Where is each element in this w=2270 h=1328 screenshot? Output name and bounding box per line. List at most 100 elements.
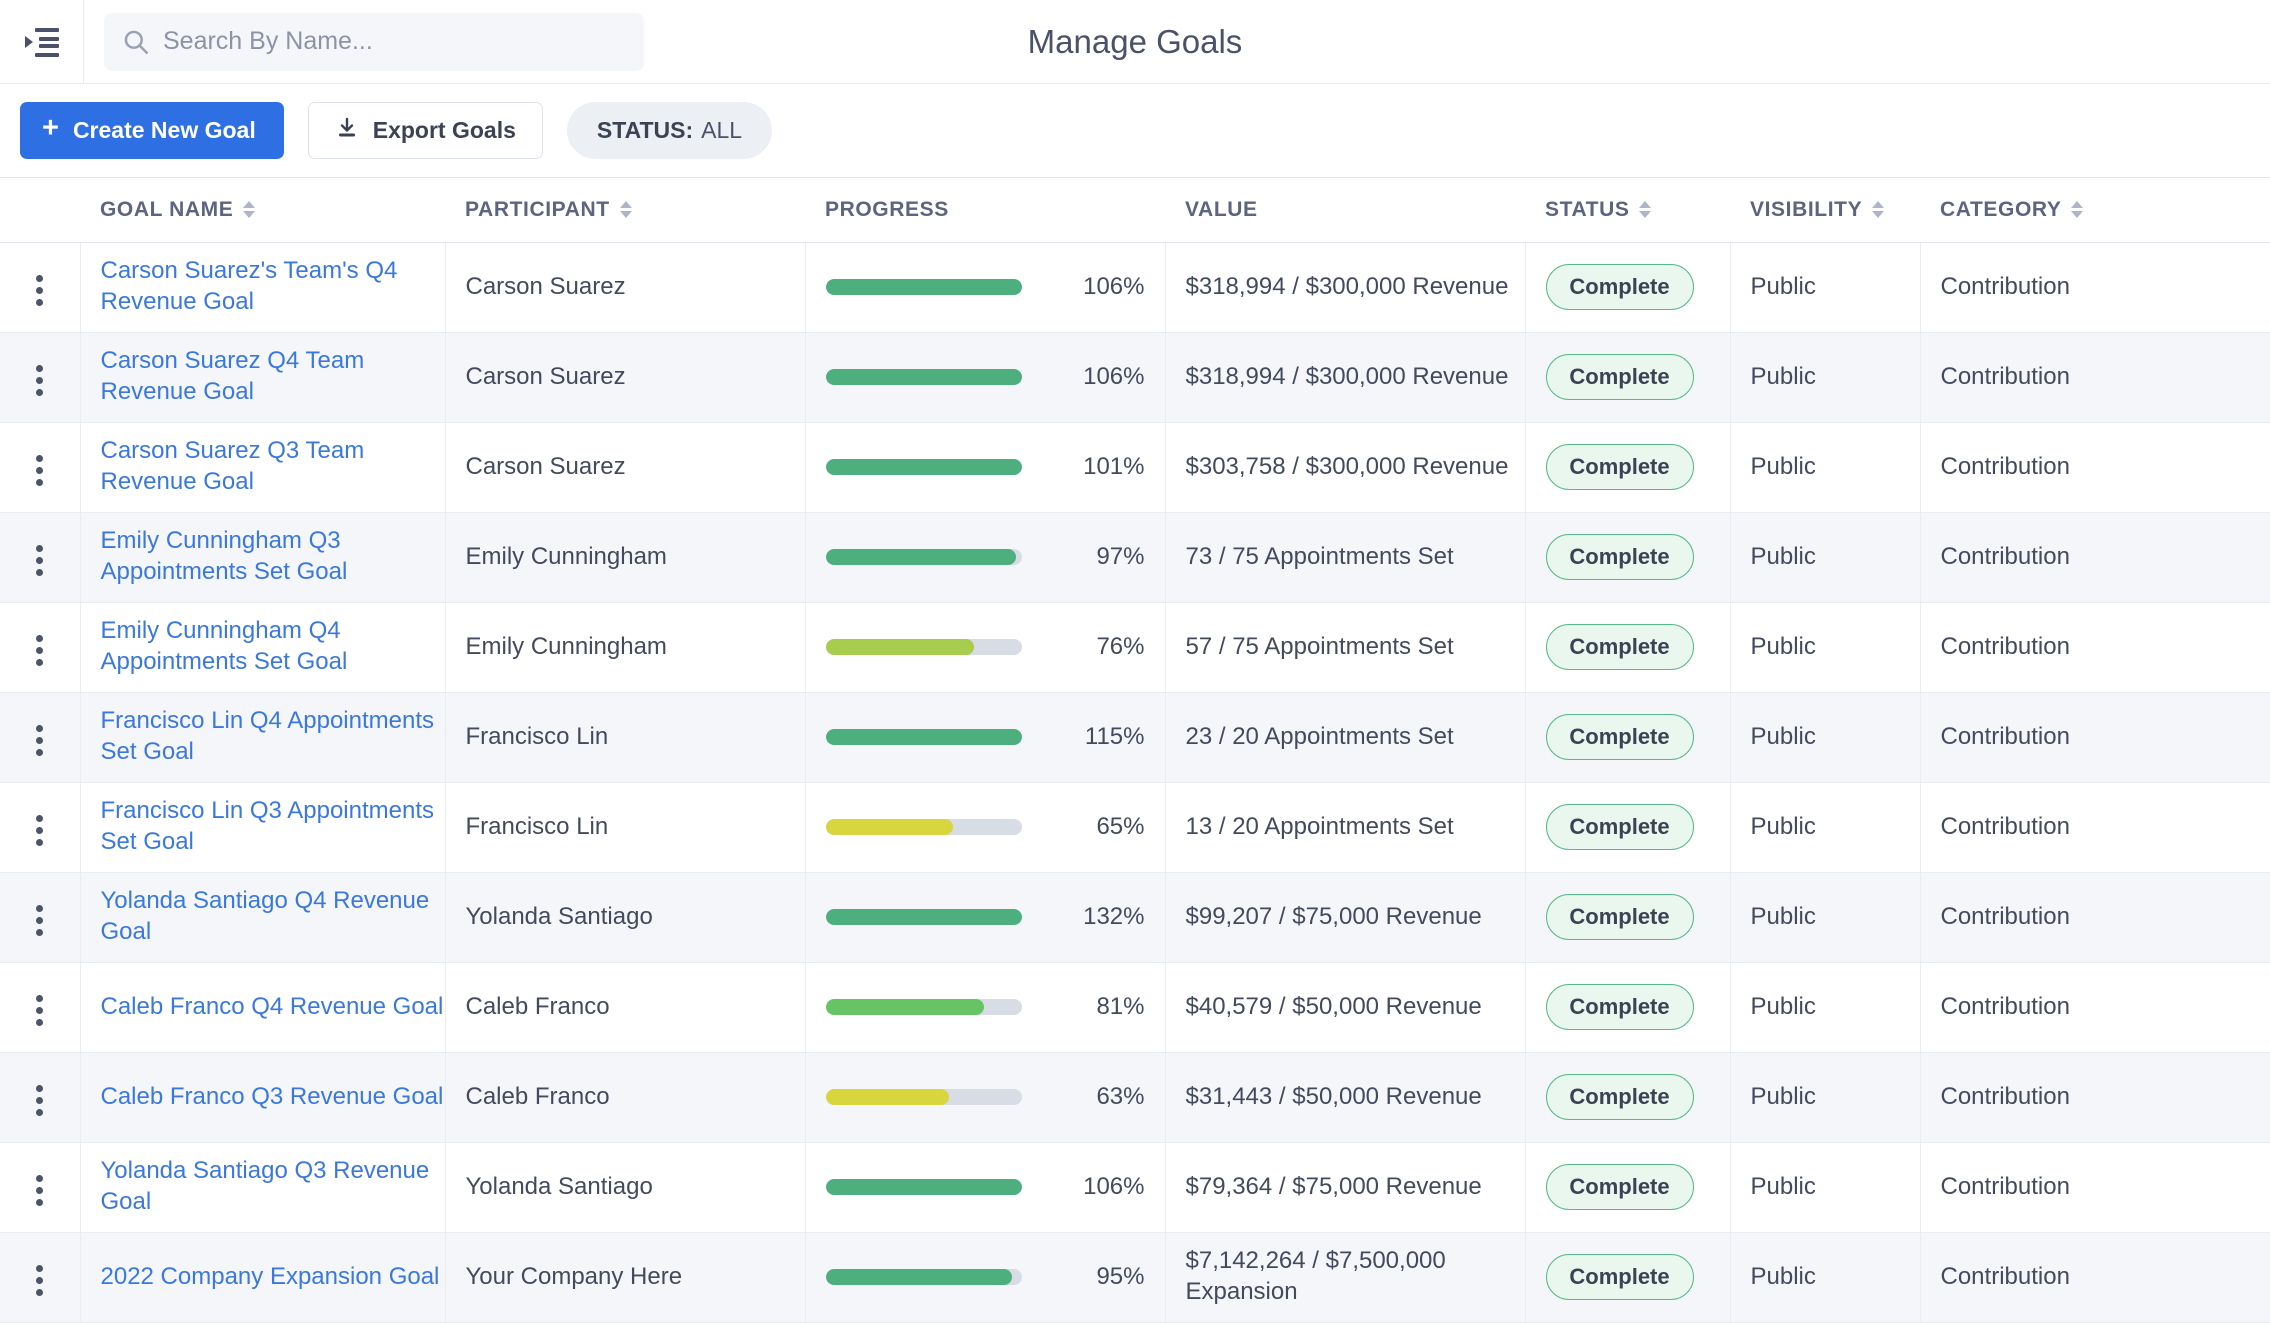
row-actions-cell [0,602,81,692]
column-header-label: VALUE [1185,197,1258,221]
visibility-cell: Public [1730,1232,1921,1322]
goal-name-link[interactable]: Yolanda Santiago Q3 Revenue Goal [101,1156,445,1217]
table-row[interactable]: Francisco Lin Q4 Appointments Set Goal Fr… [0,692,2270,782]
row-menu-icon[interactable] [20,807,59,854]
value-cell: 13 / 20 Appointments Set [1165,782,1526,872]
row-menu-icon[interactable] [20,627,59,674]
goal-name-link[interactable]: Caleb Franco Q4 Revenue Goal [101,992,445,1023]
status-badge[interactable]: Complete [1545,444,1694,490]
status-badge[interactable]: Complete [1545,804,1694,850]
status-badge[interactable]: Complete [1545,984,1694,1030]
goal-name-link[interactable]: Francisco Lin Q3 Appointments Set Goal [101,796,445,857]
participant-cell: Yolanda Santiago [445,1142,806,1232]
row-menu-icon[interactable] [20,717,59,764]
visibility-cell: Public [1730,422,1921,512]
progress-bar-track [825,549,1022,565]
goal-name-cell: Yolanda Santiago Q3 Revenue Goal [80,1142,446,1232]
sort-arrows-icon[interactable] [2071,201,2084,219]
status-badge[interactable]: Complete [1545,354,1694,400]
progress-percent-label: 81% [1096,993,1145,1020]
goal-name-link[interactable]: Carson Suarez Q3 Team Revenue Goal [101,436,445,497]
goal-name-link[interactable]: Carson Suarez's Team's Q4 Revenue Goal [101,256,445,317]
table-row[interactable]: Carson Suarez Q3 Team Revenue Goal Carson… [0,422,2270,512]
status-cell: Complete [1525,242,1731,332]
value-cell: 57 / 75 Appointments Set [1165,602,1526,692]
row-menu-icon[interactable] [20,1167,59,1214]
status-badge[interactable]: Complete [1545,1164,1694,1210]
export-goals-button[interactable]: Export Goals [307,102,543,159]
progress-cell: 106% [805,332,1166,422]
goal-name-cell: Carson Suarez Q4 Team Revenue Goal [80,332,446,422]
row-menu-icon[interactable] [20,267,59,314]
sort-arrows-icon[interactable] [619,201,632,219]
column-header-goal_name[interactable]: GOAL NAME [80,178,445,243]
table-row[interactable]: Yolanda Santiago Q4 Revenue Goal Yolanda … [0,872,2270,962]
table-row[interactable]: 2022 Company Expansion Goal Your Company … [0,1232,2270,1322]
sidebar-toggle-button[interactable] [0,0,84,84]
row-menu-icon[interactable] [20,1077,59,1124]
column-header-participant[interactable]: PARTICIPANT [445,178,805,243]
status-badge[interactable]: Complete [1545,1254,1694,1300]
table-row[interactable]: Carson Suarez's Team's Q4 Revenue Goal Ca… [0,242,2270,332]
column-header-value: VALUE [1165,178,1525,243]
column-header-status[interactable]: STATUS [1525,178,1730,243]
progress-bar-fill [825,639,975,655]
status-badge[interactable]: Complete [1545,1074,1694,1120]
category-cell: Contribution [1940,633,2070,660]
status-cell: Complete [1525,692,1731,782]
sort-arrows-icon[interactable] [243,201,256,219]
progress-cell: 97% [805,512,1166,602]
table-row[interactable]: Francisco Lin Q3 Appointments Set Goal Fr… [0,782,2270,872]
table-row[interactable]: Carson Suarez Q4 Team Revenue Goal Carson… [0,332,2270,422]
download-icon [335,116,359,146]
table-row[interactable]: Yolanda Santiago Q3 Revenue Goal Yolanda … [0,1142,2270,1232]
row-menu-icon[interactable] [20,537,59,584]
progress-bar-track [825,1179,1022,1195]
status-filter-value: ALL [701,117,743,143]
table-row[interactable]: Caleb Franco Q4 Revenue Goal Caleb Franco… [0,962,2270,1052]
progress-bar-track [825,279,1022,295]
visibility-cell: Public [1730,962,1921,1052]
row-menu-icon[interactable] [20,1257,59,1304]
row-menu-icon[interactable] [20,447,59,494]
goal-name-link[interactable]: Caleb Franco Q3 Revenue Goal [101,1082,445,1113]
progress-bar-track [825,1269,1022,1285]
participant-cell: Caleb Franco [445,1052,806,1142]
progress-percent-label: 115% [1084,723,1145,750]
progress-bar-fill [825,909,1022,925]
row-menu-icon[interactable] [20,987,59,1034]
status-badge[interactable]: Complete [1545,894,1694,940]
sort-arrows-icon[interactable] [1872,201,1885,219]
progress-bar-fill [825,459,1022,475]
search-box[interactable] [104,12,644,71]
sort-arrows-icon[interactable] [1639,201,1652,219]
table-row[interactable]: Emily Cunningham Q3 Appointments Set Goa… [0,512,2270,602]
create-new-goal-button[interactable]: + Create New Goal [20,102,284,159]
participant-cell: Francisco Lin [445,782,806,872]
status-badge[interactable]: Complete [1545,264,1694,310]
status-filter-chip[interactable]: STATUS: ALL [566,102,773,159]
status-badge[interactable]: Complete [1545,714,1694,760]
status-badge[interactable]: Complete [1545,534,1694,580]
goal-name-link[interactable]: Emily Cunningham Q4 Appointments Set Goa… [101,616,445,677]
goal-name-link[interactable]: Emily Cunningham Q3 Appointments Set Goa… [101,526,445,587]
goal-name-link[interactable]: Carson Suarez Q4 Team Revenue Goal [101,346,445,407]
table-row[interactable]: Emily Cunningham Q4 Appointments Set Goa… [0,602,2270,692]
category-cell: Contribution [1940,993,2070,1020]
column-header-label: PARTICIPANT [465,197,610,221]
status-badge[interactable]: Complete [1545,624,1694,670]
goal-name-link[interactable]: Yolanda Santiago Q4 Revenue Goal [101,886,445,947]
value-cell: $303,758 / $300,000 Revenue [1165,422,1526,512]
table-row[interactable]: Caleb Franco Q3 Revenue Goal Caleb Franco… [0,1052,2270,1142]
goal-name-link[interactable]: 2022 Company Expansion Goal [101,1262,445,1293]
row-menu-icon[interactable] [20,357,59,404]
column-header-category[interactable]: CATEGORY [1920,178,2270,243]
category-cell: Contribution [1940,723,2070,750]
goal-name-cell: 2022 Company Expansion Goal [80,1232,446,1322]
row-menu-icon[interactable] [20,897,59,944]
search-input[interactable] [163,27,626,56]
column-header-menu [0,178,80,243]
goal-name-link[interactable]: Francisco Lin Q4 Appointments Set Goal [101,706,445,767]
column-header-visibility[interactable]: VISIBILITY [1730,178,1920,243]
category-cell: Contribution [1940,1173,2070,1200]
